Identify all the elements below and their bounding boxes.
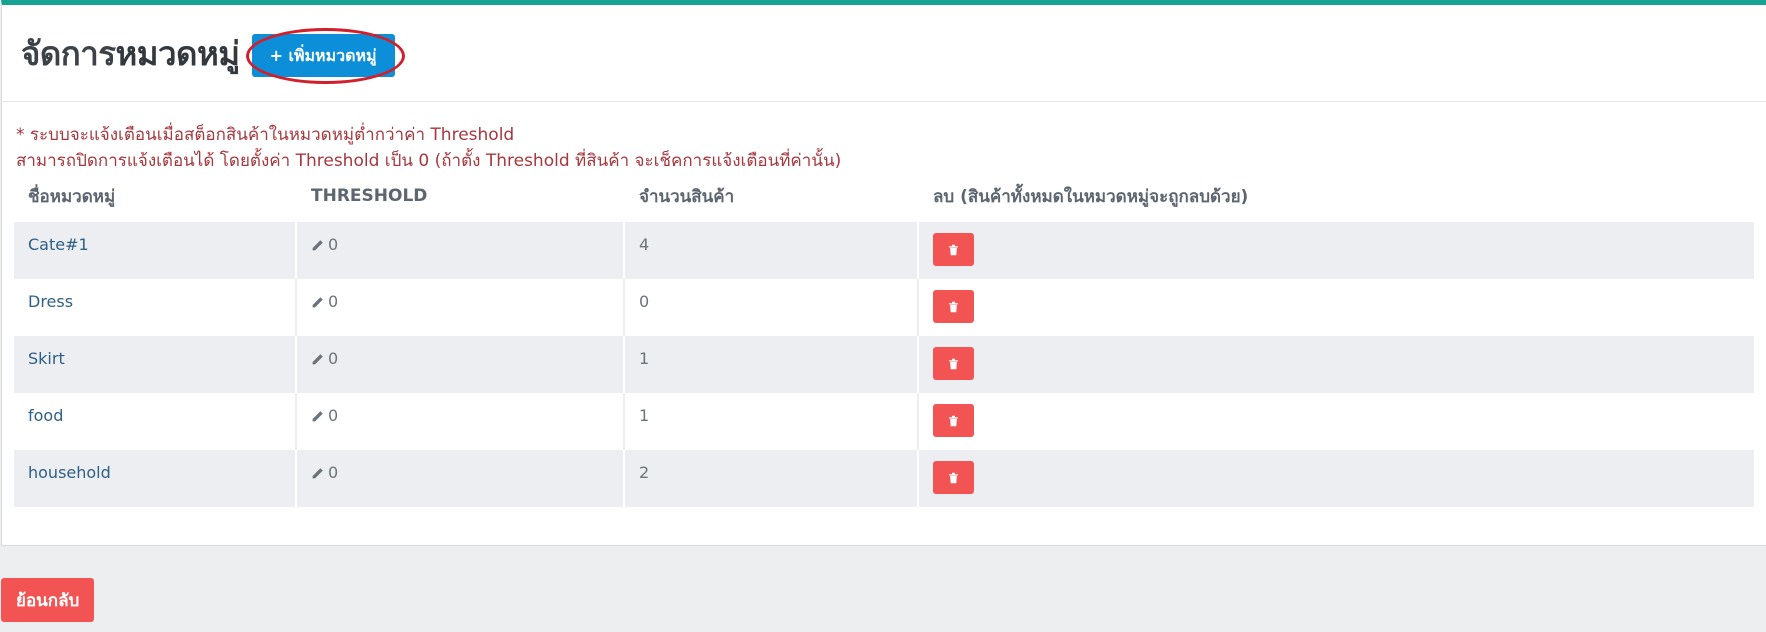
- panel-header: จัดการหมวดหมู่ + เพิ่มหมวดหมู่: [2, 5, 1766, 102]
- add-category-button[interactable]: + เพิ่มหมวดหมู่: [251, 33, 395, 77]
- table-row: food 0 1: [14, 393, 1754, 450]
- col-header-name: ชื่อหมวดหมู่: [28, 186, 116, 207]
- delete-cell: [919, 450, 1754, 507]
- delete-button[interactable]: [933, 347, 974, 380]
- threshold-cell[interactable]: 0: [297, 393, 625, 450]
- pencil-icon: [312, 240, 323, 251]
- delete-button[interactable]: [933, 461, 974, 494]
- col-header-count: จำนวนสินค้า: [639, 186, 735, 207]
- category-name[interactable]: Cate#1: [14, 222, 297, 279]
- pencil-icon: [312, 297, 323, 308]
- note-line-1: * ระบบจะแจ้งเตือนเมื่อสต็อกสินค้าในหมวดห…: [16, 125, 515, 145]
- table-row: Cate#1 0 4: [14, 222, 1754, 279]
- add-category-wrap: + เพิ่มหมวดหมู่: [245, 27, 405, 84]
- product-count: 2: [625, 450, 919, 507]
- trash-icon: [949, 472, 958, 483]
- threshold-cell[interactable]: 0: [297, 336, 625, 393]
- threshold-value: 0: [328, 349, 339, 368]
- page-title: จัดการหมวดหมู่: [21, 27, 240, 80]
- back-button[interactable]: ย้อนกลับ: [1, 578, 95, 622]
- trash-icon: [949, 244, 958, 255]
- pencil-icon: [312, 468, 323, 479]
- category-name[interactable]: Skirt: [14, 336, 297, 393]
- trash-icon: [949, 358, 958, 369]
- delete-button[interactable]: [933, 290, 974, 323]
- product-count: 1: [625, 393, 919, 450]
- table-header: ชื่อหมวดหมู่ THRESHOLD จำนวนสินค้า ลบ (ส…: [14, 170, 1754, 222]
- threshold-cell[interactable]: 0: [297, 279, 625, 336]
- category-name[interactable]: food: [14, 393, 297, 450]
- threshold-cell[interactable]: 0: [297, 222, 625, 279]
- delete-cell: [919, 279, 1754, 336]
- delete-button[interactable]: [933, 233, 974, 266]
- category-name[interactable]: Dress: [14, 279, 297, 336]
- table-row: household 0 2: [14, 450, 1754, 507]
- page-title-prefix: จัดการ: [21, 33, 116, 73]
- table-row: Dress 0 0: [14, 279, 1754, 336]
- product-count: 0: [625, 279, 919, 336]
- threshold-value: 0: [328, 463, 339, 482]
- pencil-icon: [312, 354, 323, 365]
- threshold-cell[interactable]: 0: [297, 450, 625, 507]
- table-body: Cate#1 0 4 Dress 0 0 Skirt 0 1 food 0 1 …: [14, 222, 1754, 507]
- delete-cell: [919, 222, 1754, 279]
- product-count: 1: [625, 336, 919, 393]
- trash-icon: [949, 301, 958, 312]
- threshold-notes: * ระบบจะแจ้งเตือนเมื่อสต็อกสินค้าในหมวดห…: [2, 102, 1766, 174]
- table-row: Skirt 0 1: [14, 336, 1754, 393]
- category-table: ชื่อหมวดหมู่ THRESHOLD จำนวนสินค้า ลบ (ส…: [14, 170, 1754, 507]
- page-title-bold: หมวดหมู่: [115, 33, 240, 73]
- pencil-icon: [312, 411, 323, 422]
- threshold-value: 0: [328, 406, 339, 425]
- threshold-value: 0: [328, 235, 339, 254]
- threshold-value: 0: [328, 292, 339, 311]
- col-header-delete: ลบ (สินค้าทั้งหมดในหมวดหมู่จะถูกลบด้วย): [933, 186, 1249, 207]
- delete-button[interactable]: [933, 404, 974, 437]
- col-header-threshold: THRESHOLD: [311, 186, 428, 206]
- delete-cell: [919, 393, 1754, 450]
- delete-cell: [919, 336, 1754, 393]
- trash-icon: [949, 415, 958, 426]
- category-name[interactable]: household: [14, 450, 297, 507]
- product-count: 4: [625, 222, 919, 279]
